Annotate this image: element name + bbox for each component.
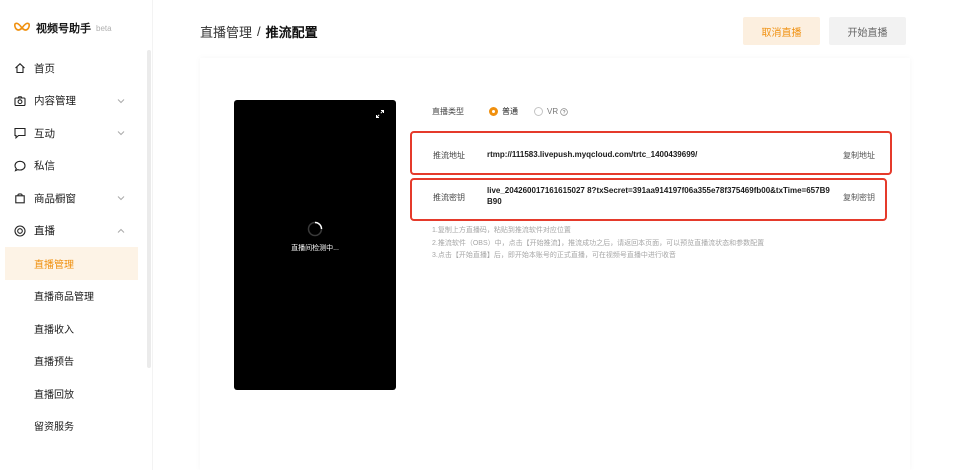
sidebar: 视频号助手 beta 首页 内容管理 互动 私信 商品橱窗 直播 直播管理 直播… [0,0,148,470]
radio-unselected-icon [534,107,543,116]
app-name: 视频号助手 [36,23,91,35]
page-title: 推流配置 [265,25,318,40]
instructions: 1.复制上方直播码，粘贴到推流软件对应位置 2.推流软件（OBS）中，点击【开始… [432,225,764,263]
radio-selected-icon [489,107,498,116]
copy-key-button[interactable]: 复制密钥 [843,192,875,203]
chevron-up-icon [117,228,125,233]
sidebar-item-live[interactable]: 直播 [0,215,140,248]
sidebar-nav: 首页 内容管理 互动 私信 商品橱窗 直播 直播管理 直播商品管理 直播收入 直… [0,52,140,442]
sidebar-item-label: 内容管理 [34,95,76,108]
sidebar-item-label: 商品橱窗 [34,192,76,205]
sidebar-item-content[interactable]: 内容管理 [0,85,140,118]
live-icon [13,224,26,237]
live-preview: 直播间检测中... [234,100,396,390]
chat-bubble-icon [13,159,26,172]
chevron-down-icon [117,131,125,136]
radio-label: 普通 [502,107,518,116]
loading-spinner-icon [307,221,323,237]
sidebar-item-label: 首页 [34,62,55,75]
preview-status-text: 直播间检测中... [291,245,339,252]
breadcrumb-parent[interactable]: 直播管理 [200,22,252,41]
help-circle-icon[interactable] [560,107,568,116]
stream-url-field: 推流地址 rtmp://111583.livepush.myqcloud.com… [410,131,892,175]
live-type-label: 直播类型 [432,107,464,116]
sidebar-subitem-lead-service[interactable]: 留资服务 [0,410,140,443]
sidebar-subitem-live-products[interactable]: 直播商品管理 [0,280,140,313]
breadcrumb-separator: / [257,24,261,39]
home-icon [13,62,26,75]
brand[interactable]: 视频号助手 beta [14,20,112,36]
stream-key-field: 推流密钥 live_204260017161615027 8?txSecret=… [410,178,887,221]
start-live-button[interactable]: 开始直播 [829,17,906,45]
radio-label: VR [547,107,559,116]
sidebar-subitem-live-preview[interactable]: 直播预告 [0,345,140,378]
app-logo-icon [14,22,30,31]
instruction-line: 3.点击【开始直播】后，即开始本账号的正式直播，可在视频号直播中进行收音 [432,252,676,259]
sidebar-subitem-live-management[interactable]: 直播管理 [5,247,138,280]
instruction-line: 1.复制上方直播码，粘贴到推流软件对应位置 [432,227,571,234]
sidebar-item-label: 私信 [34,160,55,173]
stream-url-value: rtmp://111583.livepush.myqcloud.com/trtc… [487,150,698,159]
sidebar-scrollbar[interactable] [147,50,151,368]
breadcrumb: 直播管理 / 推流配置 [200,22,318,41]
sidebar-item-shop[interactable]: 商品橱窗 [0,182,140,215]
chevron-down-icon [117,98,125,103]
sidebar-item-label: 直播 [34,225,55,238]
cancel-live-button[interactable]: 取消直播 [743,17,820,45]
stream-url-label: 推流地址 [433,151,465,160]
chevron-down-icon [117,196,125,201]
sidebar-item-messages[interactable]: 私信 [0,150,140,183]
sidebar-divider [152,0,153,470]
sidebar-item-home[interactable]: 首页 [0,52,140,85]
instruction-line: 2.推流软件（OBS）中，点击【开始推流】，推流成功之后，请返回本页面，可以预览… [432,239,765,247]
expand-icon[interactable] [375,109,385,119]
live-type-vr-radio[interactable]: VR [534,107,568,116]
live-type-normal-radio[interactable]: 普通 [489,106,518,117]
sidebar-subitem-live-replay[interactable]: 直播回放 [0,377,140,410]
sidebar-subitem-live-income[interactable]: 直播收入 [0,312,140,345]
sidebar-item-label: 互动 [34,127,55,140]
stream-key-label: 推流密钥 [433,193,465,202]
sidebar-item-interaction[interactable]: 互动 [0,117,140,150]
copy-url-button[interactable]: 复制地址 [843,150,875,161]
stream-key-value: live_204260017161615027 8?txSecret=391aa… [487,186,830,206]
camera-icon [13,94,26,107]
shopping-bag-icon [13,192,26,205]
message-square-icon [13,127,26,140]
beta-badge: beta [96,23,112,33]
live-type-row: 直播类型 普通 VR [432,106,584,117]
